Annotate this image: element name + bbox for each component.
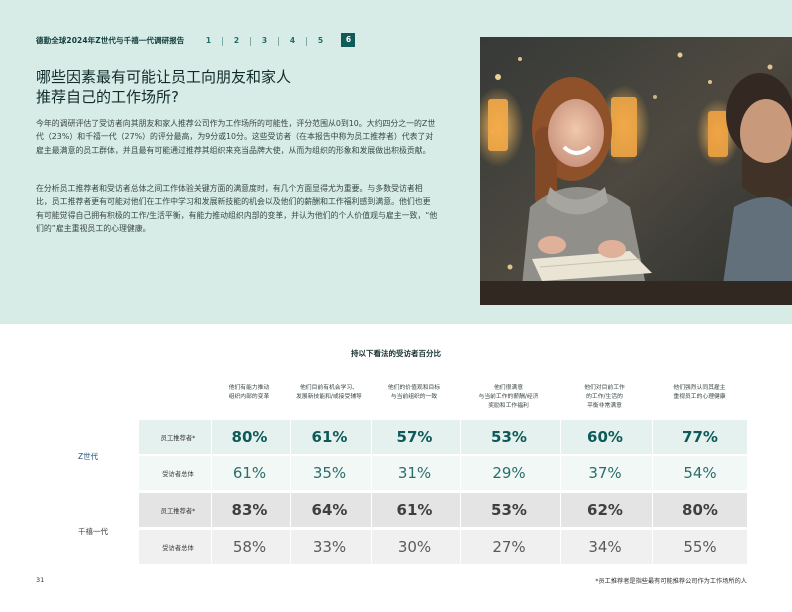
table-cell: 53% bbox=[460, 493, 557, 527]
intro-paragraph-2: 在分析员工推荐者和受访者总体之间工作体验关键方面的满意度时，有几个方面显得尤为重… bbox=[36, 184, 438, 234]
table-cell: 54% bbox=[652, 456, 747, 490]
percentage-value: 57% bbox=[396, 428, 433, 446]
table-cell: 34% bbox=[560, 530, 649, 564]
heading-line-2: 推荐自己的工作场所? bbox=[36, 88, 179, 106]
table-cell: 80% bbox=[652, 493, 747, 527]
column-header-3: 他们的价值观和目标 与当前组织的一致 bbox=[387, 385, 441, 400]
column-header-5: 他们对目前工作 的工作/生活的 平衡非常满意 bbox=[584, 385, 625, 409]
percentage-value: 61% bbox=[396, 501, 433, 519]
table-cell: 58% bbox=[211, 530, 287, 564]
nav-page-4[interactable]: 4 bbox=[278, 36, 306, 46]
table-cell: 61% bbox=[290, 420, 368, 454]
group-label-gen-z: Z世代 bbox=[78, 452, 99, 461]
table-cell: 83% bbox=[211, 493, 287, 527]
nav-page-2[interactable]: 2 bbox=[222, 36, 250, 46]
row-label: 受访者总体 bbox=[162, 470, 194, 478]
group-label-millennials: 千禧一代 bbox=[78, 527, 108, 536]
table-cell: 53% bbox=[460, 420, 557, 454]
table-cell: 33% bbox=[290, 530, 368, 564]
page-number: 31 bbox=[36, 576, 45, 584]
table-cell: 35% bbox=[290, 456, 368, 490]
percentage-value: 30% bbox=[397, 538, 432, 556]
table-cell: 61% bbox=[371, 493, 457, 527]
percentage-value: 53% bbox=[491, 428, 527, 446]
percentage-value: 60% bbox=[587, 428, 623, 446]
table-cell: 55% bbox=[652, 530, 747, 564]
row-label: 员工推荐者* bbox=[160, 507, 196, 515]
cafe-photo-illustration bbox=[480, 37, 792, 305]
percentage-value: 55% bbox=[683, 538, 717, 556]
percentage-value: 61% bbox=[311, 428, 348, 446]
table-cell: 27% bbox=[460, 530, 557, 564]
page-heading: 哪些因素最有可能让员工向朋友和家人 推荐自己的工作场所? bbox=[36, 67, 291, 107]
column-header-4: 他们很满意 与当前工作的薪酬/经济 奖励和工作福利 bbox=[478, 385, 539, 409]
percentage-value: 54% bbox=[683, 464, 717, 482]
percentage-value: 29% bbox=[492, 464, 526, 482]
row-label: 员工推荐者* bbox=[160, 434, 196, 442]
percentage-value: 83% bbox=[231, 501, 268, 519]
table-cell: 77% bbox=[652, 420, 747, 454]
table-title: 持以下看法的受访者百分比 bbox=[351, 349, 441, 358]
percentage-value: 58% bbox=[232, 538, 267, 556]
table-cell: 30% bbox=[371, 530, 457, 564]
percentage-value: 62% bbox=[587, 501, 623, 519]
cafe-photo bbox=[480, 37, 792, 305]
percentage-value: 77% bbox=[682, 428, 718, 446]
nav-page-5[interactable]: 5 bbox=[306, 36, 334, 46]
percentage-value: 27% bbox=[492, 538, 526, 556]
percentage-value: 34% bbox=[588, 538, 622, 556]
intro-paragraph-1: 今年的调研评估了受访者向其朋友和家人推荐公司作为工作场所的可能性，评分范围从0到… bbox=[36, 119, 436, 155]
percentage-value: 33% bbox=[312, 538, 347, 556]
column-header-6: 他们强烈认同其雇主 重视员工的心理健康 bbox=[673, 385, 726, 400]
percentage-value: 64% bbox=[311, 501, 348, 519]
percentage-value: 61% bbox=[232, 464, 267, 482]
report-header: 德勤全球2024年Z世代与千禧一代调研报告 1 2 3 4 5 6 bbox=[36, 33, 356, 47]
percentage-value: 31% bbox=[397, 464, 432, 482]
report-title: 德勤全球2024年Z世代与千禧一代调研报告 bbox=[36, 35, 185, 45]
column-header-1: 他们有能力推动 组织内部的变革 bbox=[228, 385, 270, 400]
table-cell: 80% bbox=[211, 420, 287, 454]
nav-page-3[interactable]: 3 bbox=[250, 36, 278, 46]
column-header-2: 他们目前有机会学习、 发展新技能和/或接受辅导 bbox=[296, 385, 362, 400]
percentage-value: 53% bbox=[491, 501, 527, 519]
table-cell: 29% bbox=[460, 456, 557, 490]
percentage-value: 80% bbox=[231, 428, 268, 446]
table-cell: 62% bbox=[560, 493, 649, 527]
table-cell: 31% bbox=[371, 456, 457, 490]
table-cell: 37% bbox=[560, 456, 649, 490]
row-label: 受访者总体 bbox=[162, 544, 194, 552]
heading-line-1: 哪些因素最有可能让员工向朋友和家人 bbox=[36, 68, 292, 86]
table-cell: 57% bbox=[371, 420, 457, 454]
nav-page-1[interactable]: 1 bbox=[194, 36, 222, 45]
percentage-value: 37% bbox=[588, 464, 622, 482]
footnote: *员工推荐者是指些最有可能推荐公司作为工作场所的人 bbox=[595, 578, 747, 585]
table-cell: 61% bbox=[211, 456, 287, 490]
percentage-value: 80% bbox=[682, 501, 718, 519]
table-cell: 64% bbox=[290, 493, 368, 527]
percentage-value: 35% bbox=[312, 464, 347, 482]
nav-page-6-active[interactable]: 6 bbox=[341, 33, 356, 47]
table-cell: 60% bbox=[560, 420, 649, 454]
